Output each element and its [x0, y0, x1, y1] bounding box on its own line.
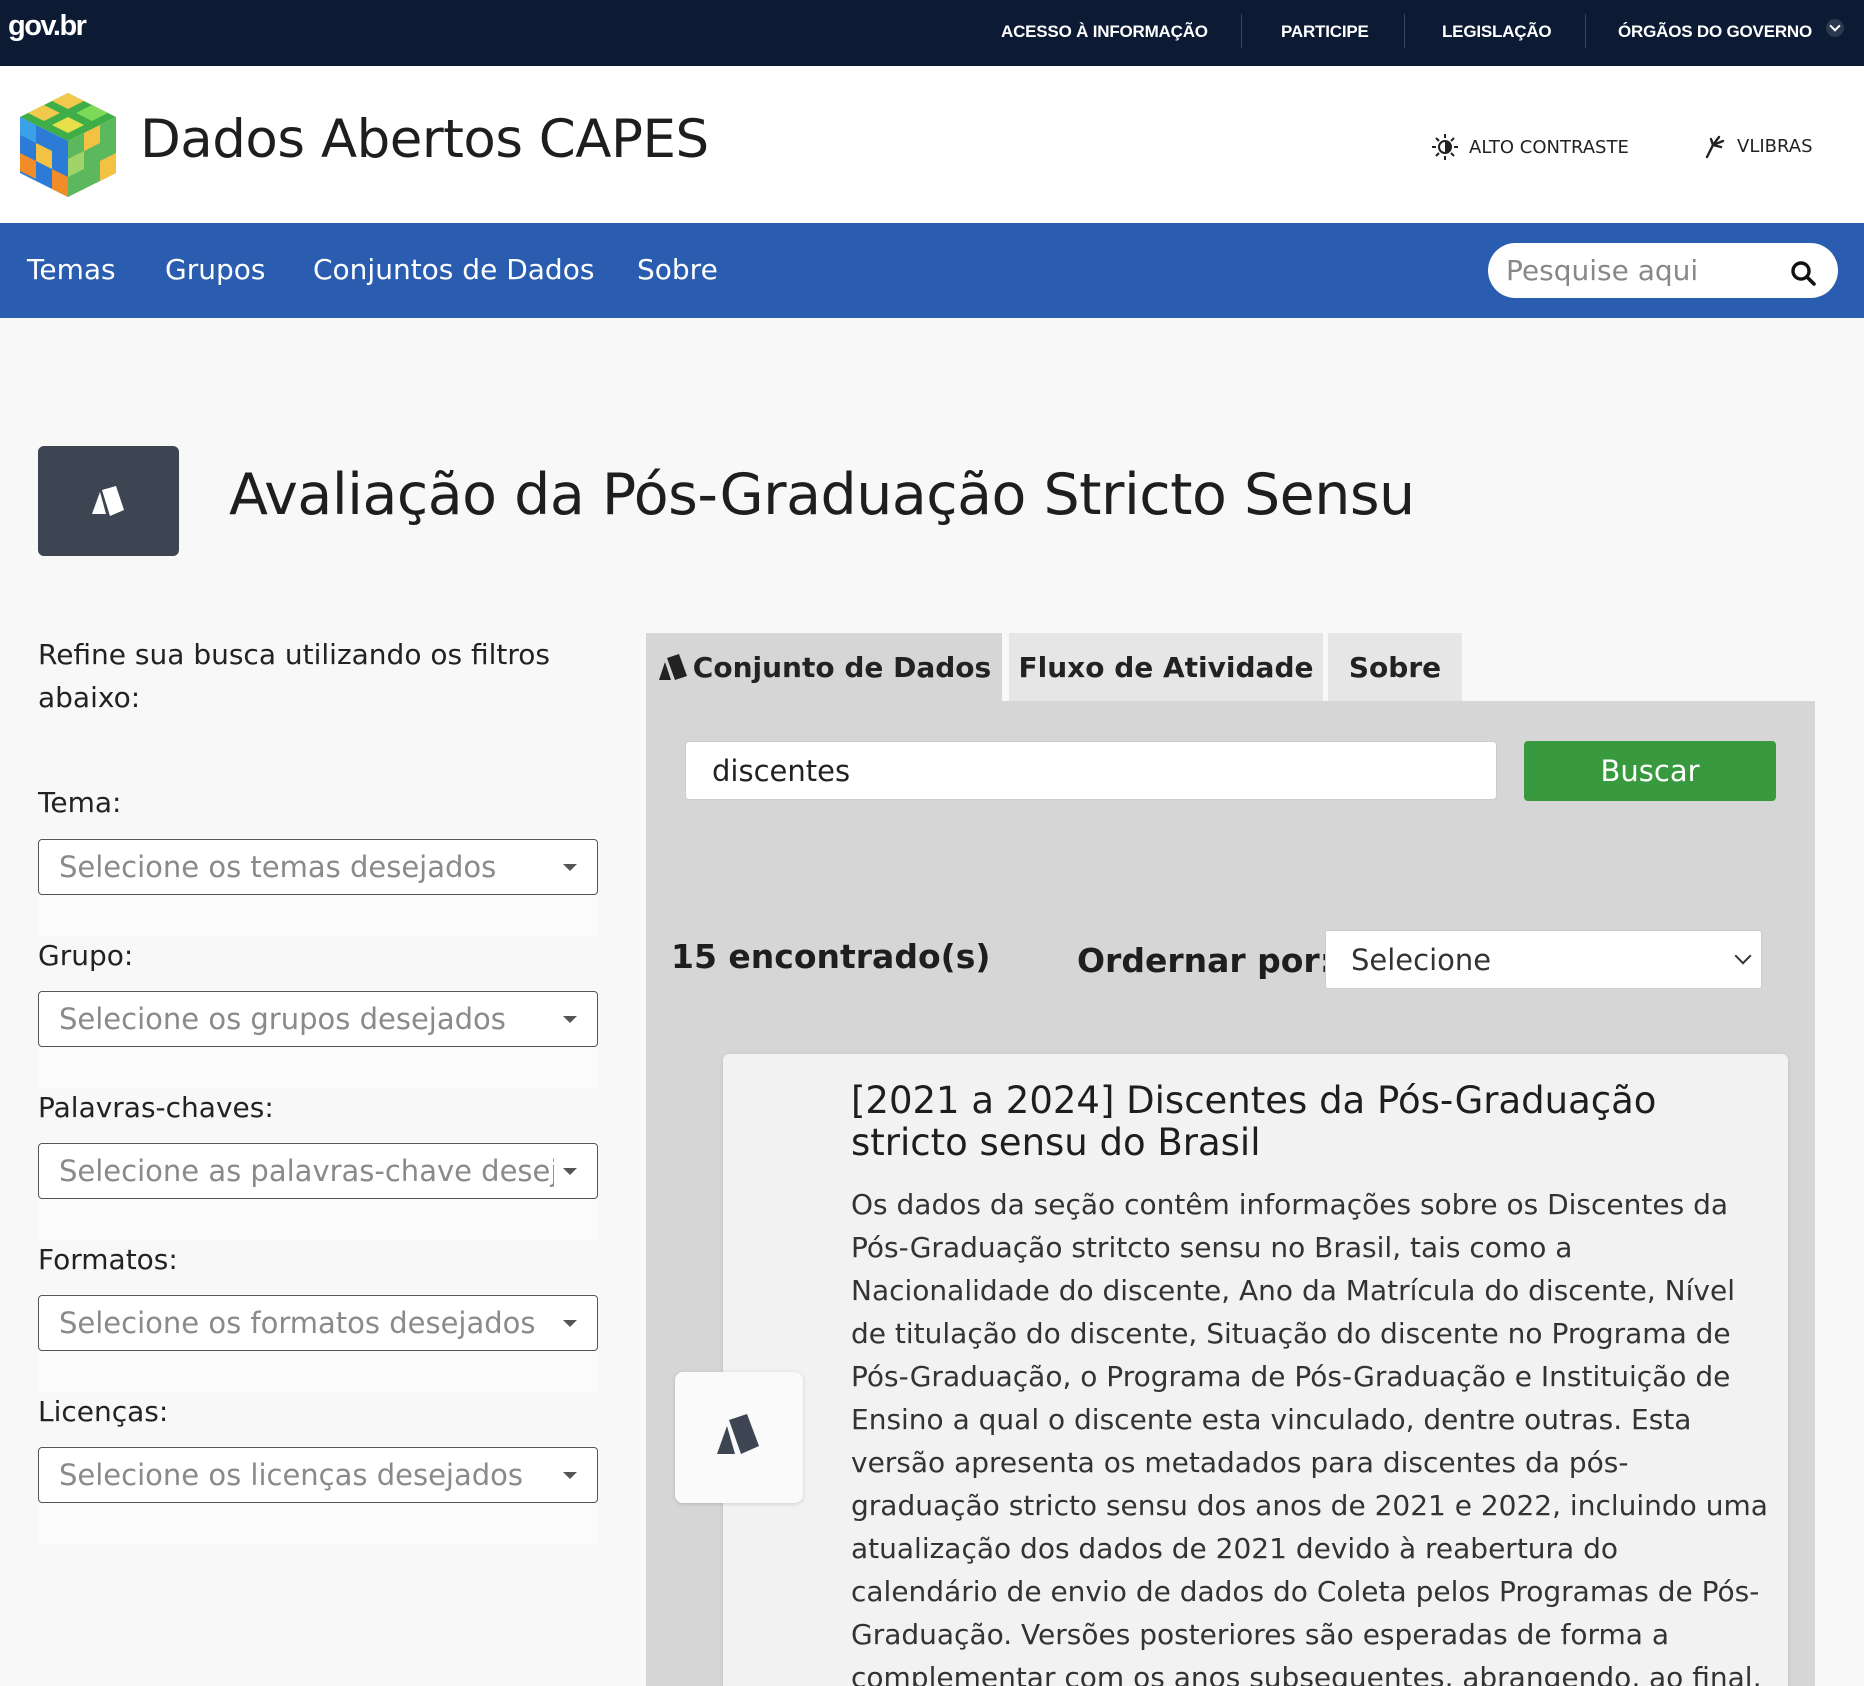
tag-icon	[658, 654, 687, 680]
page-title: Avaliação da Pós-Graduação Stricto Sensu	[229, 462, 1415, 528]
filter-select-grupo[interactable]: Selecione os grupos desejados	[38, 991, 598, 1047]
nav-grupos[interactable]: Grupos	[165, 253, 265, 286]
high-contrast-button[interactable]: ALTO CONTRASTE	[1431, 133, 1629, 161]
govbar-link-participe[interactable]: PARTICIPE	[1281, 22, 1369, 42]
group-image	[38, 446, 179, 556]
caret-down-icon	[563, 1472, 577, 1479]
chevron-down-icon[interactable]	[1826, 19, 1844, 37]
govbar-separator	[1241, 14, 1242, 48]
filter-label-licencas: Licenças:	[38, 1395, 169, 1428]
tab-label: Fluxo de Atividade	[1018, 650, 1314, 684]
filter-placeholder: Selecione os grupos desejados	[59, 1002, 506, 1036]
govbr-logo[interactable]: gov.br	[8, 10, 87, 43]
govbar-link-acesso-informacao[interactable]: ACESSO À INFORMAÇÃO	[1001, 22, 1208, 42]
dataset-thumbnail	[675, 1372, 803, 1503]
tab-label: Sobre	[1348, 650, 1442, 684]
caret-down-icon	[563, 1016, 577, 1023]
header-search-input[interactable]	[1506, 251, 1776, 289]
results-count: 15 encontrado(s)	[671, 937, 991, 976]
govbar-separator	[1585, 14, 1586, 48]
header-search	[1488, 243, 1838, 298]
tab-conjunto-de-dados[interactable]: Conjunto de Dados	[646, 633, 1002, 701]
govbr-top-bar: gov.br ACESSO À INFORMAÇÃO PARTICIPE LEG…	[0, 0, 1864, 66]
order-by-label: Ordernar por:	[1077, 941, 1333, 980]
filter-label-tema: Tema:	[38, 786, 122, 819]
govbar-separator	[1404, 14, 1405, 48]
order-by-value: Selecione	[1351, 943, 1492, 977]
filter-label-palavras-chaves: Palavras-chaves:	[38, 1091, 274, 1124]
caret-down-icon	[563, 1320, 577, 1327]
caret-down-icon	[563, 864, 577, 871]
refine-instructions: Refine sua busca utilizando os filtros a…	[38, 638, 550, 714]
vlibras-button[interactable]: VLIBRAS	[1703, 133, 1813, 159]
sun-contrast-icon	[1432, 134, 1458, 160]
tab-fluxo-de-atividade[interactable]: Fluxo de Atividade	[1009, 633, 1323, 701]
filter-placeholder: Selecione os formatos desejados	[59, 1306, 536, 1340]
vlibras-hand-icon	[1705, 135, 1725, 159]
dataset-search-input[interactable]	[685, 741, 1497, 800]
tag-icon	[92, 486, 124, 516]
filter-placeholder: Selecione as palavras-chave desejadas	[59, 1154, 554, 1188]
tab-label: Conjunto de Dados	[692, 650, 992, 684]
filter-placeholder: Selecione os licenças desejados	[59, 1458, 524, 1492]
filter-label-grupo: Grupo:	[38, 939, 134, 972]
filter-select-formatos[interactable]: Selecione os formatos desejados	[38, 1295, 598, 1351]
filter-select-tema[interactable]: Selecione os temas desejados	[38, 839, 598, 895]
vlibras-label: VLIBRAS	[1737, 135, 1813, 157]
site-title[interactable]: Dados Abertos CAPES	[140, 109, 709, 170]
govbar-link-legislacao[interactable]: LEGISLAÇÃO	[1442, 22, 1552, 42]
search-icon[interactable]	[1790, 260, 1816, 286]
nav-sobre[interactable]: Sobre	[637, 253, 718, 286]
nav-temas[interactable]: Temas	[27, 253, 116, 286]
filter-placeholder: Selecione os temas desejados	[59, 850, 497, 884]
rubiks-cube-logo[interactable]	[14, 89, 122, 199]
govbar-link-orgaos-governo[interactable]: ÓRGÃOS DO GOVERNO	[1618, 22, 1812, 42]
dataset-description: Os dados da seção contêm informações sob…	[851, 1188, 1768, 1686]
search-button[interactable]: Buscar	[1524, 741, 1776, 801]
filter-select-licencas[interactable]: Selecione os licenças desejados	[38, 1447, 598, 1503]
caret-down-icon	[563, 1168, 577, 1175]
filter-select-palavras-chaves[interactable]: Selecione as palavras-chave desejadas	[38, 1143, 598, 1199]
filter-label-formatos: Formatos:	[38, 1243, 178, 1276]
tag-icon	[717, 1414, 759, 1454]
high-contrast-label: ALTO CONTRASTE	[1469, 136, 1629, 158]
tab-sobre[interactable]: Sobre	[1328, 633, 1462, 701]
order-by-select[interactable]: Selecione	[1325, 930, 1762, 989]
dataset-title[interactable]: [2021 a 2024] Discentes da Pós-Graduação…	[851, 1080, 1751, 1164]
nav-conjuntos-de-dados[interactable]: Conjuntos de Dados	[313, 253, 594, 286]
